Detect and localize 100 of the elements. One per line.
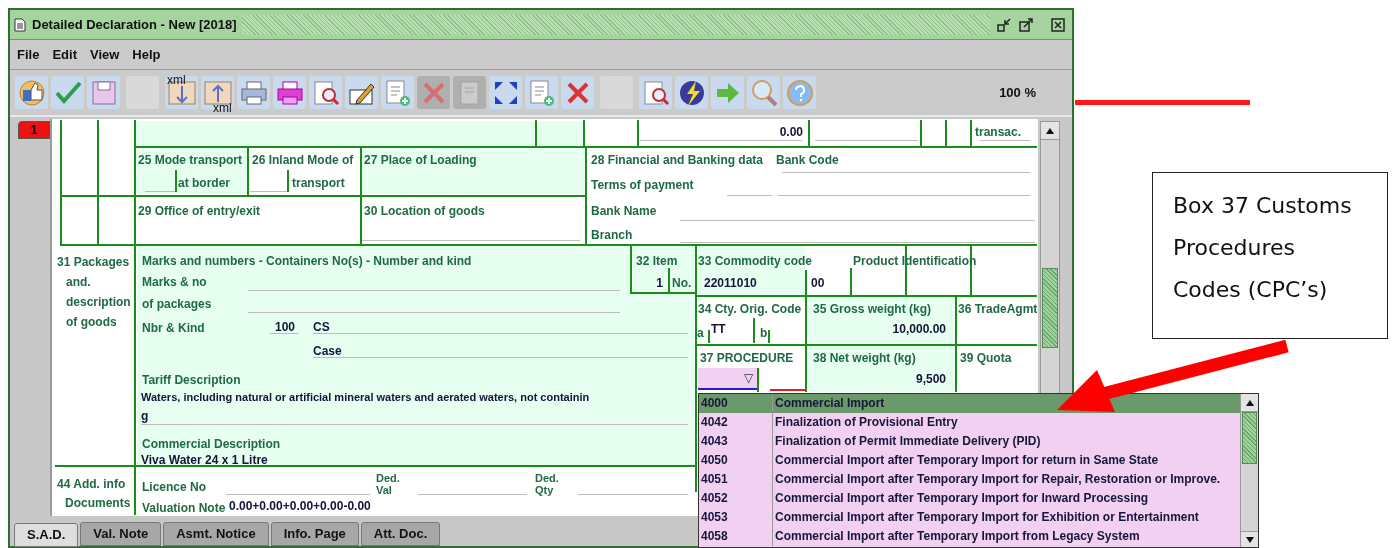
field-label: Commercial Description: [142, 437, 281, 451]
field-value: TT: [711, 322, 726, 336]
field-value: 00: [811, 276, 825, 290]
toolbar-button[interactable]: [309, 76, 342, 109]
maximize-button[interactable]: [1018, 16, 1034, 33]
field-label: and.: [66, 275, 91, 289]
option-code: 4051: [699, 470, 773, 489]
list-option[interactable]: 4058 Commercial Import after Temporary Import from Legacy System: [699, 527, 1240, 546]
field-value: g: [141, 409, 149, 423]
option-description: Commercial Import: [774, 395, 885, 412]
tab[interactable]: Info. Page: [270, 522, 359, 546]
toolbar-button[interactable]: [639, 76, 672, 109]
field-value: 22011010: [704, 276, 757, 290]
option-description: Finalization of Permit Immediate Delivery (PID): [774, 433, 1041, 450]
field-label: transport: [292, 176, 345, 190]
scroll-thumb[interactable]: [1042, 268, 1058, 348]
field-value: 9,500: [915, 372, 946, 386]
field-label: 33 Commodity code: [698, 254, 813, 268]
minimize-button[interactable]: [996, 16, 1012, 33]
field-label: No.: [672, 276, 692, 290]
close-icon: [1051, 17, 1065, 32]
list-option[interactable]: 4050 Commercial Import after Temporary Import for return in Same State: [699, 451, 1240, 470]
list-option[interactable]: 4053 Commercial Import after Temporary Import for Exhibition or Entertainment: [699, 508, 1240, 527]
field-label: 28 Financial and Banking data: [591, 153, 764, 167]
field-label: Bank Code: [776, 153, 839, 167]
field-label: Val: [376, 484, 392, 496]
field-label: 44 Add. info: [57, 477, 126, 491]
document-icon: [14, 17, 26, 32]
menu-item[interactable]: Help: [132, 44, 161, 65]
menu-item[interactable]: View: [89, 44, 120, 65]
field-label: Marks and numbers - Containers No(s) - Number and kind: [142, 254, 472, 268]
option-code: 4053: [699, 508, 773, 527]
field-label: Marks & no: [142, 275, 207, 289]
field-label: 27 Place of Loading: [364, 153, 477, 167]
toolbar-button[interactable]: [15, 76, 48, 109]
menu-item[interactable]: File: [17, 44, 40, 65]
field-label: Ded.: [535, 472, 559, 484]
scroll-up-icon: [1045, 126, 1055, 135]
field-label: 26 Inland Mode of: [252, 153, 354, 167]
toolbar-button[interactable]: xml: [165, 76, 198, 109]
field-label: 30 Location of goods: [364, 204, 485, 218]
field-label: Terms of payment: [591, 178, 694, 192]
record-tab[interactable]: 1: [18, 121, 50, 139]
window-title: Detailed Declaration - New [2018]: [32, 15, 237, 34]
option-description: Commercial Import after Temporary Import from Legacy System: [774, 528, 1140, 545]
field-label: 36 TradeAgmt: [958, 302, 1038, 316]
field-label: Licence No: [142, 480, 207, 494]
field-label: Ded.: [376, 472, 400, 484]
option-code: 4052: [699, 489, 773, 508]
tab[interactable]: Asmt. Notice: [163, 522, 269, 546]
tab[interactable]: S.A.D.: [14, 523, 79, 547]
thumbs-up-icon: [16, 77, 47, 108]
field-label: Tariff Description: [142, 373, 241, 387]
toolbar-button[interactable]: [561, 76, 594, 109]
toolbar-button[interactable]: [345, 76, 378, 109]
field-value: Case: [313, 344, 342, 358]
option-description: Commercial Import after Temporary Import for Exhibition or Entertainment: [774, 509, 1199, 526]
toolbar-button[interactable]: [489, 76, 522, 109]
option-description: Commercial Import after Temporary Import for Inward Processing: [774, 490, 1149, 507]
field-label: Nbr & Kind: [142, 321, 205, 335]
option-code: 4050: [699, 451, 773, 470]
list-option[interactable]: 4042 Finalization of Provisional Entry: [699, 413, 1240, 432]
toolbar-button[interactable]: [273, 76, 306, 109]
list-option[interactable]: 4052 Commercial Import after Temporary Import for Inward Processing: [699, 489, 1240, 508]
minimize-icon: [997, 17, 1011, 32]
field-label: Branch: [591, 228, 633, 242]
toolbar-button[interactable]: [237, 76, 270, 109]
field-value: 10,000.00: [892, 322, 946, 336]
tab[interactable]: Att. Doc.: [360, 522, 441, 546]
scroll-up-icon: [1244, 398, 1255, 407]
field-value: CS: [313, 320, 330, 334]
field-label: of goods: [66, 315, 117, 329]
scrollbar[interactable]: [1240, 394, 1258, 547]
field-label: b: [760, 326, 768, 340]
option-code: 4058: [699, 527, 773, 546]
menu-item[interactable]: Edit: [52, 44, 77, 65]
field-label: Bank Name: [591, 204, 657, 218]
close-button[interactable]: [1050, 16, 1066, 33]
tab[interactable]: Val. Note: [80, 522, 162, 546]
field-label: Valuation Note: [142, 501, 226, 515]
list-option[interactable]: 4000 Commercial Import: [699, 394, 1240, 413]
toolbar-button[interactable]: [675, 76, 708, 109]
option-code: 4000: [699, 394, 773, 413]
list-option[interactable]: 4051 Commercial Import after Temporary Import for Repair, Restoration or Improve.: [699, 470, 1240, 489]
field-value: 100: [274, 320, 295, 334]
field-label: 31 Packages: [57, 255, 130, 269]
field-label: 34 Cty. Orig. Code: [698, 302, 802, 316]
field-value: 1: [656, 276, 663, 290]
field-label: of packages: [142, 297, 212, 311]
procedure-dropdown[interactable]: ▽: [698, 368, 757, 390]
zoom-level: 100 %: [999, 83, 1036, 102]
option-description: Commercial Import after Temporary Import for Repair, Restoration or Improve.: [774, 471, 1221, 488]
option-description: Finalization of Provisional Entry: [774, 414, 958, 431]
option-code: 4042: [699, 413, 773, 432]
list-option[interactable]: 4043 Finalization of Permit Immediate Delivery (PID): [699, 432, 1240, 451]
option-code: 4043: [699, 432, 773, 451]
field-label: 38 Net weight (kg): [813, 351, 916, 365]
field-label: 32 Item: [636, 254, 678, 268]
field-label: description: [66, 295, 131, 309]
scroll-thumb[interactable]: [1242, 412, 1257, 464]
